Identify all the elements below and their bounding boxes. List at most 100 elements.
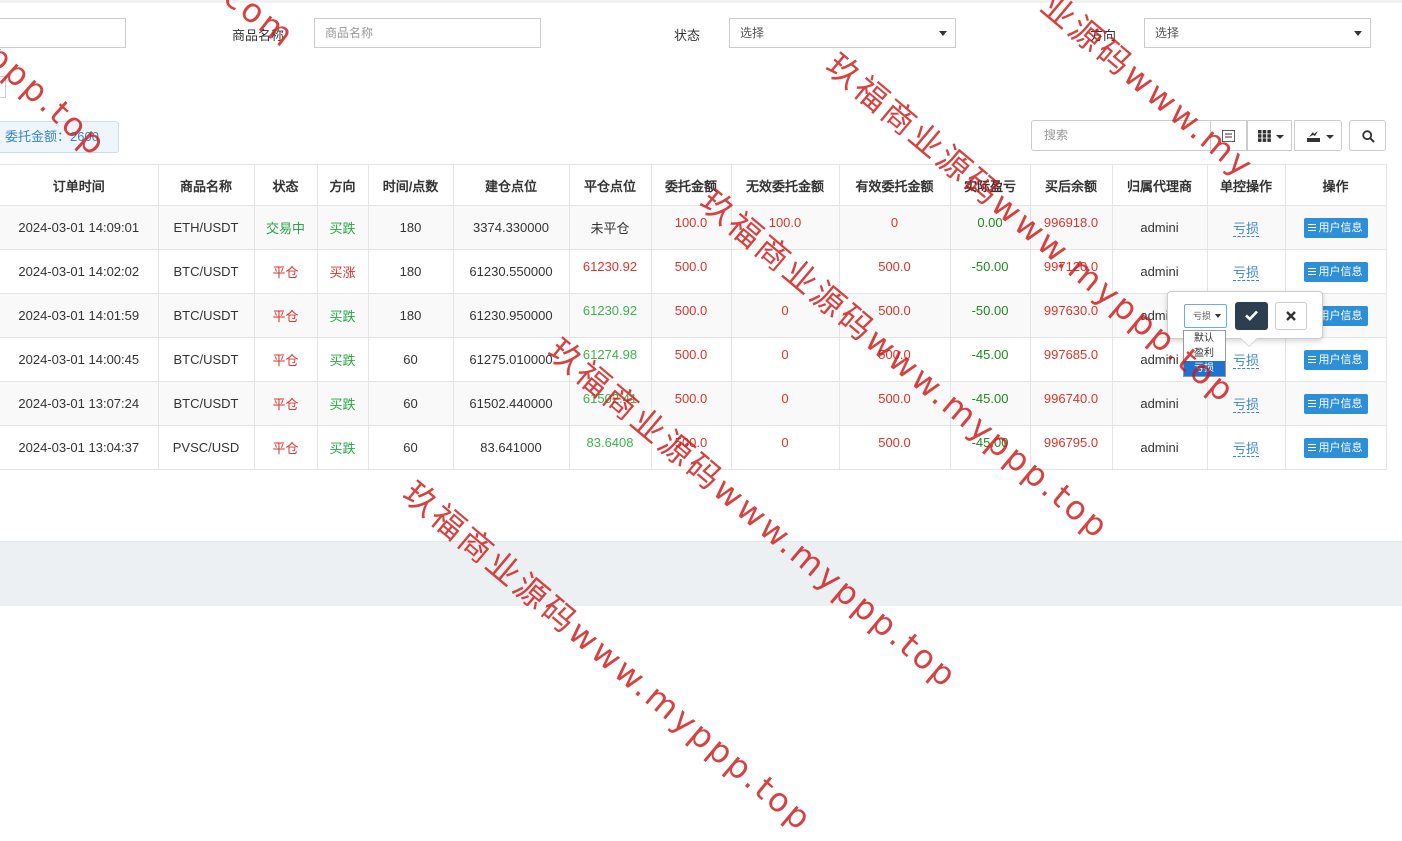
order-direction: 买涨 <box>316 249 369 294</box>
column-header[interactable]: 归属代理商 <box>1111 164 1208 206</box>
column-header[interactable]: 商品名称 <box>157 164 255 206</box>
actual-pnl-value: -45.00 <box>971 435 1009 450</box>
actual-pnl-value: -50.00 <box>971 303 1009 318</box>
close-price-value: 61230.92 <box>582 303 638 318</box>
direction-select[interactable]: 选择 <box>1144 18 1371 48</box>
control-link[interactable]: 亏损 <box>1232 265 1259 281</box>
open-price: 3374.330000 <box>452 205 570 250</box>
list-icon <box>1307 268 1316 276</box>
balance-after: 997120.0 <box>1029 249 1113 294</box>
control-select[interactable]: 亏损 <box>1184 304 1227 328</box>
invalid-amount <box>730 249 840 294</box>
control-options-list: 默认 盈利 亏损 <box>1183 330 1226 377</box>
column-header[interactable]: 操作 <box>1284 164 1387 206</box>
control-link[interactable]: 亏损 <box>1232 353 1259 369</box>
option-profit[interactable]: 盈利 <box>1184 346 1225 361</box>
action-cell: 用户信息 <box>1284 425 1387 470</box>
close-price: 61230.92 <box>568 293 652 338</box>
control-link[interactable]: 亏损 <box>1232 221 1259 237</box>
cancel-button[interactable] <box>1275 302 1307 330</box>
duration: 60 <box>367 425 454 470</box>
list-icon <box>1307 356 1316 364</box>
column-header[interactable]: 买后余额 <box>1029 164 1113 206</box>
control-cell: 亏损 <box>1206 205 1286 250</box>
invalid-amount: 0 <box>730 425 840 470</box>
valid-amount-value: 500.0 <box>878 347 911 362</box>
invalid-amount-value: 0 <box>781 435 789 450</box>
duration: 60 <box>367 381 454 426</box>
order-direction: 买跌 <box>316 293 369 338</box>
close-icon <box>1286 311 1296 321</box>
columns-button[interactable] <box>1247 120 1292 151</box>
entrust-amount: 100.0 <box>650 205 732 250</box>
status-label: 状态 <box>674 28 701 43</box>
order-status: 平仓 <box>253 249 318 294</box>
list-icon <box>1307 400 1316 408</box>
balance-after-value: 996918.0 <box>1043 215 1099 230</box>
column-header[interactable]: 委托金额 <box>650 164 732 206</box>
agent: admini <box>1111 205 1208 250</box>
list-icon <box>1307 444 1316 452</box>
action-cell: 用户信息 <box>1284 205 1387 250</box>
order-direction: 买跌 <box>316 425 369 470</box>
action-cell: 用户信息 <box>1284 249 1387 294</box>
close-price-value: 83.6408 <box>586 435 634 450</box>
column-header[interactable]: 无效委托金额 <box>730 164 840 206</box>
user-info-button[interactable]: 用户信息 <box>1303 393 1368 414</box>
column-header[interactable]: 方向 <box>316 164 369 206</box>
option-loss[interactable]: 亏损 <box>1184 361 1225 376</box>
invalid-amount: 0 <box>730 337 840 382</box>
user-info-button[interactable]: 用户信息 <box>1303 349 1368 370</box>
close-price: 83.6408 <box>568 425 652 470</box>
control-link[interactable]: 亏损 <box>1232 441 1259 457</box>
product-name-input[interactable]: 商品名称 <box>314 18 541 48</box>
column-header[interactable]: 单控操作 <box>1206 164 1286 206</box>
actual-pnl-value: 0.00 <box>977 215 1003 230</box>
actual-pnl-value: -45.00 <box>971 347 1009 362</box>
column-header[interactable]: 时间/点数 <box>367 164 454 206</box>
balance-after-value: 996795.0 <box>1043 435 1099 450</box>
entrust-amount: 500.0 <box>650 425 732 470</box>
invalid-amount: 100.0 <box>730 205 840 250</box>
user-info-label: 用户信息 <box>1318 353 1363 366</box>
product-name: BTC/USDT <box>157 293 255 338</box>
close-price-value: 61274.98 <box>582 347 638 362</box>
control-link[interactable]: 亏损 <box>1232 397 1259 413</box>
option-default[interactable]: 默认 <box>1184 331 1225 346</box>
open-price: 61502.440000 <box>452 381 570 426</box>
column-header[interactable]: 状态 <box>253 164 318 206</box>
actual-pnl: -50.00 <box>949 249 1031 294</box>
status-select[interactable]: 选择 <box>729 18 956 48</box>
actual-pnl-value: -50.00 <box>971 259 1009 274</box>
column-header[interactable]: 平仓点位 <box>568 164 652 206</box>
column-header[interactable]: 实际盈亏 <box>949 164 1031 206</box>
entrust-amount-value: 100.0 <box>674 215 708 230</box>
user-info-label: 用户信息 <box>1318 397 1363 410</box>
actual-pnl: -45.00 <box>949 381 1031 426</box>
summary-value: 2600 <box>70 129 99 144</box>
agent: admini <box>1111 381 1208 426</box>
table-search-input[interactable]: 搜索 <box>1031 120 1211 151</box>
first-filter-input[interactable] <box>0 18 126 48</box>
valid-amount: 500.0 <box>838 381 951 426</box>
table-row: 2024-03-01 14:09:01 ETH/USDT 交易中 买跌 180 … <box>0 205 1387 250</box>
valid-amount-value: 500.0 <box>878 435 911 450</box>
column-header[interactable]: 有效委托金额 <box>838 164 951 206</box>
order-time: 2024-03-01 14:01:59 <box>0 293 159 338</box>
column-header[interactable]: 建仓点位 <box>452 164 570 206</box>
export-button[interactable] <box>1294 120 1342 151</box>
summary-label: 委托金额： <box>5 129 71 144</box>
user-info-button[interactable]: 用户信息 <box>1303 437 1368 458</box>
collapsed-input-edge[interactable] <box>0 76 6 98</box>
actual-pnl: 0.00 <box>949 205 1031 250</box>
toggle-view-button[interactable] <box>1210 120 1247 151</box>
user-info-button[interactable]: 用户信息 <box>1303 217 1368 238</box>
order-status: 交易中 <box>253 205 318 250</box>
column-header[interactable]: 订单时间 <box>0 164 159 206</box>
agent: admini <box>1111 425 1208 470</box>
confirm-button[interactable] <box>1235 302 1268 330</box>
open-price: 61275.010000 <box>452 337 570 382</box>
invalid-amount-value: 0 <box>781 347 789 362</box>
user-info-button[interactable]: 用户信息 <box>1303 261 1368 282</box>
search-button[interactable] <box>1349 120 1386 151</box>
